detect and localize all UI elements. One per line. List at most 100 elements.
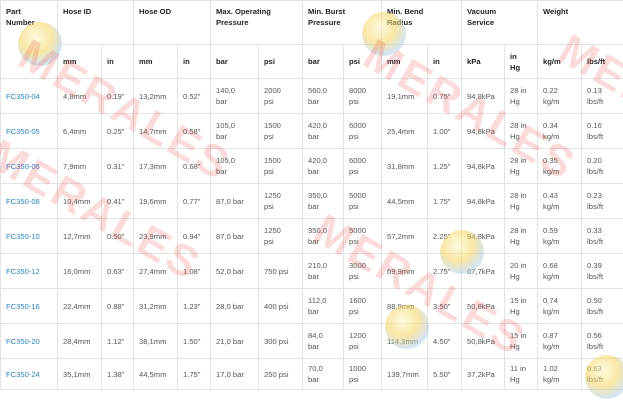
table-cell: 5000 psi (343, 183, 383, 219)
table-row: FC350-08 10,4mm 0.41" 19,6mm 0.77" 87,0 bar 12… (0, 183, 623, 219)
table-cell: 6000 psi (343, 148, 383, 184)
table-cell: 94,8kPa (461, 218, 506, 254)
table-cell: 0.41" (101, 183, 134, 219)
table-cell: 94,8kPa (461, 113, 506, 149)
table-cell: 94,8kPa (461, 78, 506, 114)
part-number-link[interactable]: FC350-04 (0, 78, 58, 114)
table-cell: 44,5mm (133, 358, 178, 390)
table-cell: 1200 psi (343, 323, 383, 359)
unit-header-cell: bar (302, 44, 345, 79)
table-cell: 5.50" (427, 358, 463, 390)
part-number-link[interactable]: FC350-05 (0, 113, 58, 149)
table-cell: 0.68 kg/m (537, 253, 583, 289)
table-cell: 17,3mm (133, 148, 178, 184)
unit-header-cell: lbs/ft (581, 44, 623, 79)
part-number-link[interactable]: FC350-12 (0, 253, 58, 289)
header-vacuum-service-label: Vacuum Service (467, 7, 497, 27)
table-cell: 22,4mm (57, 288, 102, 324)
table-row: FC350-16 22,4mm 0.88" 31,2mm 1.23" 28,0 bar 40… (0, 288, 623, 324)
table-cell: 31,8mm (381, 148, 429, 184)
table-cell: 1.02 kg/m (537, 358, 583, 390)
table-cell: 4,8mm (57, 78, 102, 114)
table-row: FC350-24 35,1mm 1.38" 44,5mm 1.75" 17,0 bar 25… (0, 358, 623, 390)
table-cell: 2000 psi (258, 78, 304, 114)
table-cell: 0.58" (176, 113, 212, 149)
table-cell: 400 psi (258, 288, 304, 324)
table-cell: 84,0 bar (302, 323, 345, 359)
hose-spec-table: Part Number Hose ID Hose OD Max. Operati… (0, 0, 623, 390)
header-max-operating-pressure: Max. Operating Pressure (210, 0, 304, 45)
table-cell: 7,9mm (57, 148, 102, 184)
table-cell: 11 in Hg (504, 358, 539, 390)
table-cell: 0.94" (176, 218, 212, 254)
header-vacuum-service: Vacuum Service (461, 0, 539, 45)
unit-header-cell: in Hg (504, 44, 539, 79)
part-number-link[interactable]: FC350-08 (0, 183, 58, 219)
table-cell: 114,3mm (381, 323, 429, 359)
unit-header-cell: mm (57, 44, 102, 79)
table-cell: 1600 psi (343, 288, 383, 324)
table-cell: 420,0 bar (302, 113, 345, 149)
table-cell: 0.74 kg/m (537, 288, 583, 324)
table-cell: 0.52" (176, 78, 212, 114)
table-cell: 87,0 bar (210, 218, 260, 254)
table-cell: 35,1mm (57, 358, 102, 390)
header-hose-id: Hose ID (57, 0, 134, 45)
table-cell: 0.75" (427, 78, 463, 114)
table-cell: 0.33 lbs/ft (581, 218, 623, 254)
table-row: FC350-12 16,0mm 0.63" 27,4mm 1.08" 52,0 bar 75… (0, 253, 623, 289)
table-cell: 16,0mm (57, 253, 102, 289)
table-cell: 750 psi (258, 253, 304, 289)
unit-header-cell: mm (133, 44, 178, 79)
table-cell: 0.68" (176, 148, 212, 184)
table-cell: 50,8kPa (461, 288, 506, 324)
table-cell: 0.39 lbs/ft (581, 253, 623, 289)
table-cell: 28,0 bar (210, 288, 260, 324)
table-cell: 4.50" (427, 323, 463, 359)
table-cell: 1.75" (176, 358, 212, 390)
table-cell: 44,5mm (381, 183, 429, 219)
table-cell: 1500 psi (258, 113, 304, 149)
table-cell: 15 in Hg (504, 323, 539, 359)
table-cell: 0.35 kg/m (537, 148, 583, 184)
part-number-link[interactable]: FC350-16 (0, 288, 58, 324)
table-cell: 0.87 kg/m (537, 323, 583, 359)
unit-header-cell: psi (258, 44, 304, 79)
table-cell: 0.59 kg/m (537, 218, 583, 254)
table-cell: 0.13 lbs/ft (581, 78, 623, 114)
table-cell: 1.23" (176, 288, 212, 324)
table-cell: 0.16 lbs/ft (581, 113, 623, 149)
table-cell: 112,0 bar (302, 288, 345, 324)
part-number-link[interactable]: FC350-24 (0, 358, 58, 390)
table-cell: 0.25" (101, 113, 134, 149)
spec-table-body: FC350-04 4,8mm 0.19" 13,2mm 0.52" 140,0 bar 20… (0, 78, 623, 390)
table-cell: 15 in Hg (504, 288, 539, 324)
table-cell: 2.25" (427, 218, 463, 254)
table-cell: 67,7kPa (461, 253, 506, 289)
table-cell: 105,0 bar (210, 148, 260, 184)
part-number-link[interactable]: FC350-20 (0, 323, 58, 359)
table-cell: 5000 psi (343, 218, 383, 254)
table-cell: 0.56 lbs/ft (581, 323, 623, 359)
table-cell: 94,8kPa (461, 183, 506, 219)
part-number-link[interactable]: FC350-10 (0, 218, 58, 254)
table-cell: 28 in Hg (504, 148, 539, 184)
table-cell: 420,0 bar (302, 148, 345, 184)
table-cell: 1250 psi (258, 183, 304, 219)
units-header-row: mm in mm in bar psi bar psi mm in kPa in Hg kg/m lbs/… (1, 44, 623, 79)
table-cell: 50,8kPa (461, 323, 506, 359)
header-min-bend-radius-label: Min. Bend Radius (387, 7, 424, 27)
table-row: FC350-20 28,4mm 1.12" 38,1mm 1.50" 21,0 bar 30… (0, 323, 623, 359)
table-cell: 1.12" (101, 323, 134, 359)
table-cell: 13,2mm (133, 78, 178, 114)
table-cell: 1500 psi (258, 148, 304, 184)
table-cell: 6,4mm (57, 113, 102, 149)
table-cell: 20 in Hg (504, 253, 539, 289)
table-cell: 10,4mm (57, 183, 102, 219)
table-cell: 3000 psi (343, 253, 383, 289)
table-cell: 17,0 bar (210, 358, 260, 390)
table-cell: 0.22 kg/m (537, 78, 583, 114)
unit-header-cell: in (176, 44, 212, 79)
part-number-link[interactable]: FC350-06 (0, 148, 58, 184)
table-cell: 88,9mm (381, 288, 429, 324)
